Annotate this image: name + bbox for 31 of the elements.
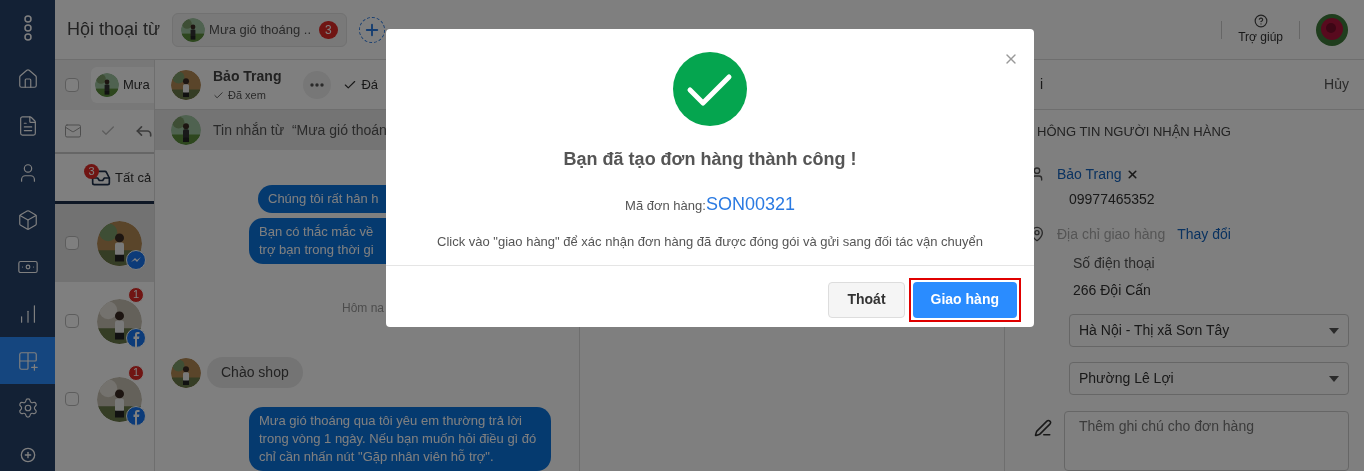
cancel-link[interactable]: Hủy bbox=[1324, 74, 1349, 95]
help-button[interactable]: Trợ giúp bbox=[1238, 13, 1283, 46]
seen-status: Đã xem bbox=[228, 87, 266, 103]
dialog-title: Bạn đã tạo đơn hàng thành công ! bbox=[563, 148, 857, 171]
count-badge: 3 bbox=[84, 164, 99, 179]
customer-phone: 09977465352 bbox=[1069, 189, 1156, 209]
section-title: HÔNG TIN NGƯỜI NHẬN HÀNG bbox=[1036, 123, 1232, 141]
page-title: Hội thoại từ bbox=[67, 18, 161, 41]
customer-name[interactable]: Bảo Trang bbox=[1057, 163, 1122, 185]
count-badge: 1 bbox=[128, 364, 144, 381]
dialog-message: Click vào "giao hàng" để xác nhận đơn hàng đã được đóng gói và gửi sang đối tác vận chuyển bbox=[437, 233, 983, 251]
page-tab[interactable]: Mưa gió thoáng .. 3 bbox=[172, 12, 347, 47]
seen-button[interactable]: Đá bbox=[343, 74, 379, 95]
count-badge: 1 bbox=[128, 286, 144, 303]
panel-title: i bbox=[1040, 75, 1044, 94]
dropdown[interactable]: Phường Lê Lợi bbox=[1069, 362, 1349, 395]
exit-button[interactable]: Thoát bbox=[828, 281, 905, 318]
address-field[interactable]: 266 Đội Cấn bbox=[1073, 281, 1273, 299]
sent-message: Mưa gió thoáng qua tôi yêu em thường trả lời trong vòng 1 ngày. Nếu bạn muốn hỏi điều gì đó chỉ cần nhấn nút "Gặp nhân viên hỗ trợ". bbox=[249, 407, 551, 471]
contact-name: Bảo Trang bbox=[213, 66, 282, 86]
source-label: Tin nhắn từ “Mưa gió thoán bbox=[213, 120, 387, 140]
order-code[interactable]: SON00321 bbox=[705, 191, 795, 218]
note-field[interactable]: Thêm ghi chú cho đơn hàng bbox=[1064, 411, 1349, 471]
count-badge: 3 bbox=[319, 20, 338, 39]
page-selector[interactable]: Mưa bbox=[91, 67, 154, 103]
phone-field[interactable]: Số điện thoại bbox=[1073, 254, 1273, 273]
deliver-button[interactable]: Giao hàng bbox=[912, 281, 1017, 318]
received-message: Chào shop bbox=[207, 357, 303, 388]
dropdown[interactable]: Hà Nội - Thị xã Sơn Tây bbox=[1069, 314, 1349, 347]
order-code-label: Mã đơn hàng: bbox=[625, 197, 706, 215]
change-link[interactable]: Thay đổi bbox=[1177, 223, 1231, 245]
